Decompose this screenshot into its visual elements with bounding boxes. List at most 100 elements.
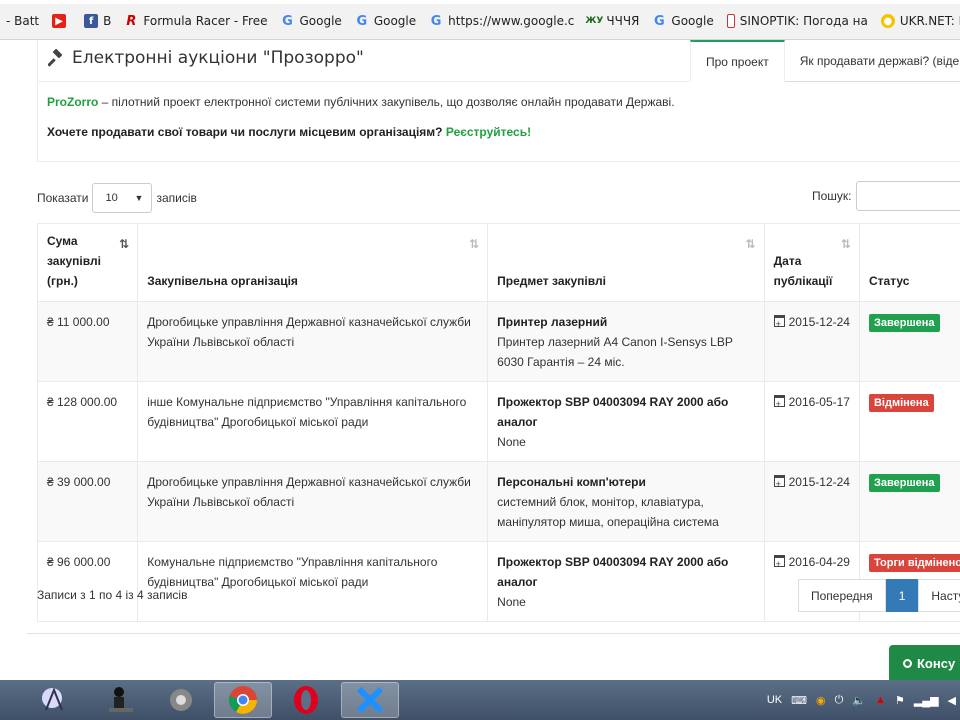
intro-text: ProZorro – пілотний проект електронної с… [47, 95, 675, 109]
bookmark-item[interactable]: Ghttps://www.google.c [423, 10, 581, 32]
bookmark-item[interactable]: fB [78, 10, 118, 32]
org-name: Дрогобицьке управління Державної казначе… [147, 475, 471, 509]
column-org[interactable]: Закупівельна організація ⇅ [137, 223, 489, 302]
taskbar-chrome[interactable] [214, 682, 272, 718]
page-size-value: 10 [105, 192, 118, 204]
column-date[interactable]: Дата публікації ⇅ [763, 223, 860, 302]
page-1-button[interactable]: 1 [885, 579, 919, 612]
power-icon[interactable]: ⏻ [835, 694, 844, 707]
org-name: інше Комунальне підприємство "Управління… [147, 395, 467, 429]
bookmark-label: - Batt [6, 14, 40, 28]
bookmark-item[interactable]: - Batt [0, 10, 46, 32]
cell-subject: Прожектор SBP 04003094 RAY 2000 або анал… [487, 381, 765, 462]
cell-status: Відмінена [858, 381, 960, 462]
bookmark-label: Google [671, 14, 714, 28]
sum-value: ₴ 96 000.00 [47, 555, 111, 569]
bookmark-item[interactable]: ЖУ ЧЧЧЯ [581, 10, 646, 32]
calendar-icon [773, 554, 785, 574]
bookmark-label: Formula Racer - Free [143, 14, 268, 28]
search-input[interactable] [855, 181, 960, 211]
column-date-label: Дата публікації [773, 254, 833, 288]
prozorro-brand-link[interactable]: ProZorro [47, 95, 98, 109]
language-indicator[interactable]: UK [767, 694, 782, 706]
bookmark-label: https://www.google.c [448, 14, 575, 28]
table-row[interactable]: ₴ 11 000.00 Дрогобицьке управління Держав… [36, 301, 960, 382]
table-header-row: Сума закупівлі (грн.) ⇅ Закупівельна орга… [36, 223, 960, 302]
cell-sum: ₴ 39 000.00 [36, 461, 139, 542]
next-page-button[interactable]: Наступ [918, 579, 960, 612]
cell-subject: Принтер лазерний Принтер лазерний А4 Cano… [487, 301, 765, 382]
bookmark-item[interactable]: G Google [274, 10, 348, 32]
site-icon: ЖУ [585, 16, 604, 26]
cell-date: 2015-12-24 [763, 461, 860, 542]
page-title-text: Електронні аукціони "Прозорро" [72, 48, 364, 68]
system-tray: UK ⌨ ◉ ⏻ 🔈 ▲ ⚑ ▂▄▆ ◀ [758, 680, 960, 720]
subject-title[interactable]: Прожектор SBP 04003094 RAY 2000 або анал… [497, 392, 754, 432]
info-tabs: Про проект Як продавати державі? (віде [690, 40, 960, 82]
date-value: 2015-12-24 [788, 315, 850, 329]
register-link[interactable]: Реєструйтесь! [446, 125, 531, 139]
header-divider [37, 81, 690, 82]
sum-value: ₴ 11 000.00 [47, 315, 110, 329]
taskbar-app-1[interactable] [25, 682, 83, 718]
volume-icon[interactable]: 🔈 [852, 694, 866, 707]
taskbar-app-2[interactable] [92, 682, 150, 718]
bookmark-item[interactable]: ▶ [46, 10, 78, 32]
bookmarks-bar: - Batt ▶ f B R Formula Racer - Free G Google G Go… [0, 0, 960, 40]
keyboard-icon[interactable]: ⌨ [791, 694, 807, 707]
register-call: Хочете продавати свої товари чи послуги … [47, 125, 531, 139]
opera-icon [294, 686, 318, 714]
taskbar-app-3[interactable] [152, 682, 210, 718]
subject-title[interactable]: Принтер лазерний [497, 312, 754, 332]
sort-icon: ⇅ [840, 237, 851, 251]
bookmark-item[interactable]: ● UKR.NET: Всі нов [875, 10, 960, 32]
bookmark-label: SINOPTIK: Погода на [739, 14, 868, 28]
acrobat-icon[interactable]: ▲ [875, 694, 886, 706]
taskbar-app-x[interactable] [341, 682, 399, 718]
consult-chat-button[interactable]: Консу [889, 645, 960, 681]
bookmark-label: B [103, 14, 112, 28]
tab-about[interactable]: Про проект [690, 40, 785, 82]
prev-page-button[interactable]: Попередня [798, 579, 886, 612]
bookmark-item[interactable]: G Google [646, 10, 720, 32]
bookmark-item[interactable]: SINOPTIK: Погода на [721, 10, 875, 32]
sort-icon: ⇅ [469, 237, 480, 251]
figure-app-icon [42, 687, 63, 711]
column-subject[interactable]: Предмет закупівлі ⇅ [487, 223, 765, 302]
records-label: записів [156, 191, 197, 205]
tab-how-to-sell[interactable]: Як продавати державі? (віде [784, 40, 960, 82]
chrome-icon [228, 686, 257, 714]
page-size-select[interactable]: 10 ▼ [92, 183, 153, 213]
show-label: Показати [37, 191, 89, 205]
bookmark-item[interactable]: R Formula Racer - Free [118, 10, 274, 32]
stickman-app-icon [109, 687, 133, 712]
cell-subject: Персональні комп'ютери системний блок, мо… [487, 461, 765, 542]
bookmark-item[interactable]: G Google [349, 10, 423, 32]
cell-sum: ₴ 11 000.00 [36, 301, 139, 382]
date-value: 2016-04-29 [788, 555, 850, 569]
subject-title[interactable]: Прожектор SBP 04003094 RAY 2000 або анал… [497, 552, 754, 592]
table-row[interactable]: ₴ 39 000.00 Дрогобицьке управління Держав… [36, 461, 960, 542]
gear-app-icon [170, 689, 192, 711]
update-icon[interactable]: ◉ [816, 694, 826, 707]
subject-title[interactable]: Персональні комп'ютери [497, 472, 754, 492]
table-body: ₴ 11 000.00 Дрогобицьке управління Держав… [36, 301, 960, 622]
column-status-label: Статус [868, 274, 910, 288]
google-icon: G [654, 13, 665, 29]
panel-bottom-edge [27, 630, 960, 634]
volume-tray-icon[interactable]: ◀ [948, 694, 956, 707]
date-value: 2016-05-17 [788, 395, 850, 409]
column-status[interactable]: Статус [858, 223, 960, 302]
network-icon[interactable]: ▂▄▆ [914, 694, 939, 707]
org-name: Комунальне підприємство "Управління капі… [147, 555, 438, 589]
cell-status: Завершена [858, 301, 960, 382]
column-sum[interactable]: Сума закупівлі (грн.) ⇅ [36, 223, 139, 302]
table-row[interactable]: ₴ 128 000.00 інше Комунальне підприємство… [36, 381, 960, 462]
start-button-edge[interactable] [0, 682, 10, 718]
taskbar-opera[interactable] [277, 682, 335, 718]
flag-icon[interactable]: ⚑ [895, 694, 905, 707]
calendar-icon [773, 314, 785, 334]
cell-org: Дрогобицьке управління Державної казначе… [137, 461, 489, 542]
subject-description: None [497, 595, 526, 609]
status-badge: Торги відмінено [868, 554, 960, 572]
